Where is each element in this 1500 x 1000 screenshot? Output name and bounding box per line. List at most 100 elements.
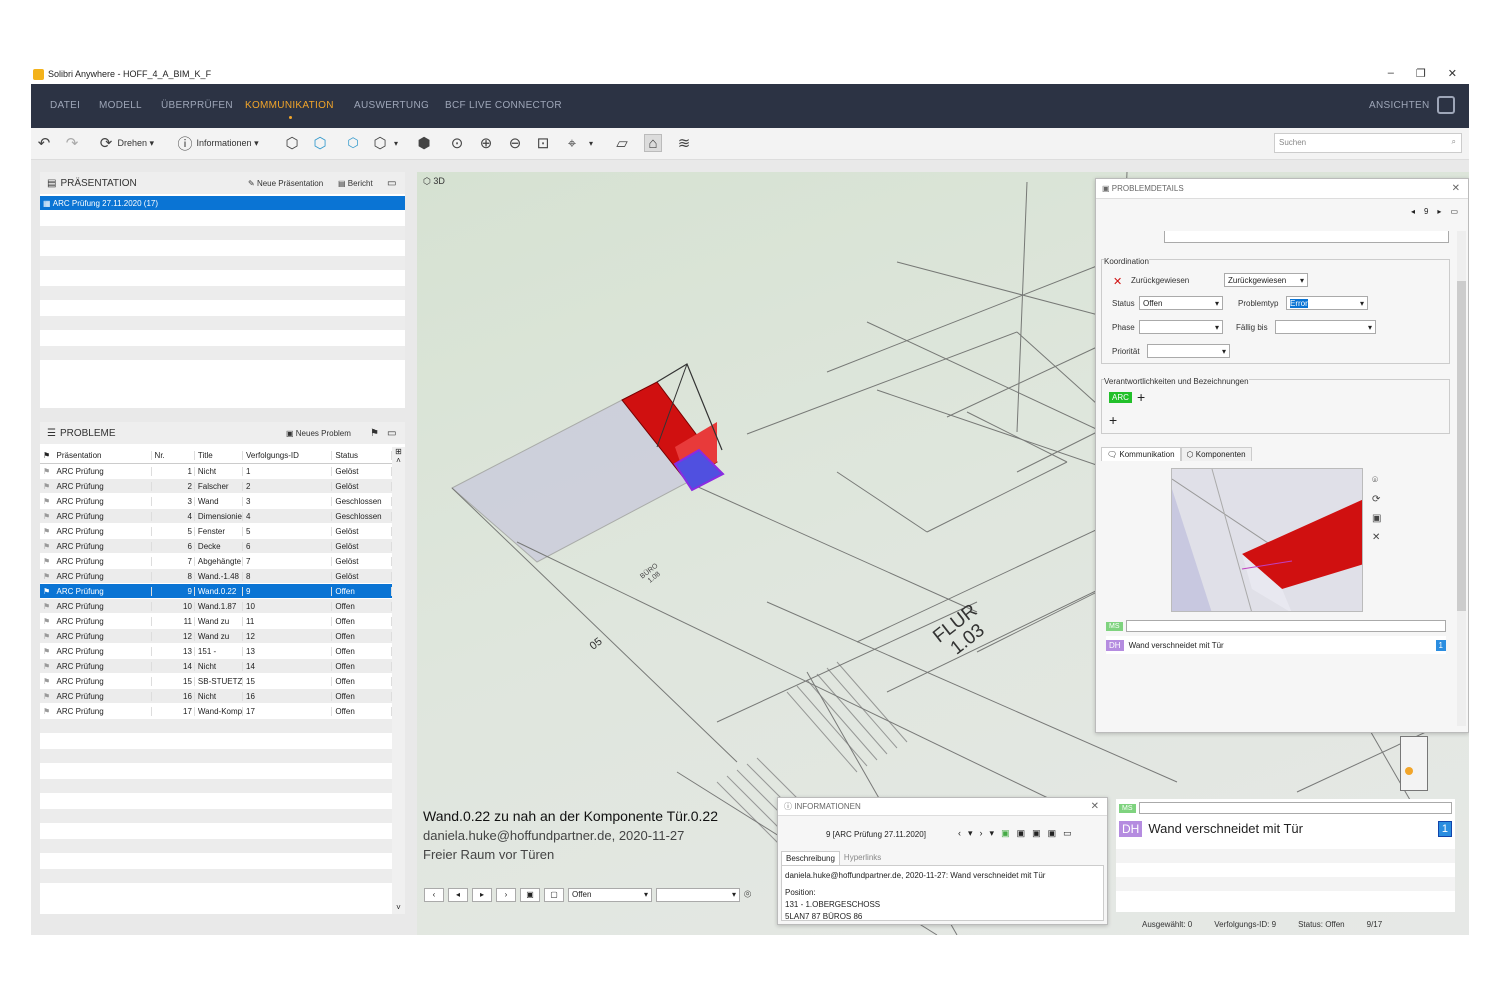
status-select[interactable]: Offen ▾ bbox=[1139, 296, 1223, 310]
search-input[interactable]: Suchen ⌕ bbox=[1274, 133, 1462, 153]
slide-icon[interactable]: ▣ bbox=[520, 887, 540, 902]
delete-icon[interactable]: ▣ bbox=[1048, 828, 1057, 839]
minimap[interactable] bbox=[1400, 736, 1428, 791]
undo-icon[interactable]: ↶ bbox=[35, 134, 53, 152]
row-flag-icon[interactable]: ⚑ bbox=[40, 482, 54, 491]
snapshot-image-icon[interactable]: ▣ bbox=[1372, 513, 1381, 524]
menu-datei[interactable]: DATEI bbox=[50, 100, 80, 111]
rejected-select[interactable]: Zurückgewiesen ▾ bbox=[1224, 273, 1308, 287]
first-button[interactable]: ‹ bbox=[424, 887, 444, 902]
table-row[interactable]: ⚑ ARC Prüfung 11 Wand zu 11 Offen bbox=[40, 614, 392, 629]
snapshot-delete-icon[interactable]: ✕ bbox=[1372, 532, 1381, 543]
assign-icon[interactable]: ▣ bbox=[1001, 828, 1010, 839]
new-presentation-button[interactable]: ✎ Neue Präsentation bbox=[248, 179, 323, 188]
model-view-icon[interactable]: ⬡ bbox=[283, 134, 301, 152]
column-header[interactable]: Verfolgungs-ID bbox=[243, 450, 333, 460]
camera-icon[interactable] bbox=[1437, 96, 1455, 114]
menu-kommunikation[interactable]: KOMMUNIKATION bbox=[245, 100, 334, 111]
minimize-button[interactable]: – bbox=[1388, 67, 1394, 80]
maximize-button[interactable]: ❐ bbox=[1416, 67, 1426, 80]
add-label-icon[interactable]: + bbox=[1109, 412, 1117, 428]
row-flag-icon[interactable]: ⚑ bbox=[40, 677, 54, 686]
cube-dropdown-icon[interactable]: ▾ bbox=[394, 134, 398, 152]
issue-snapshot[interactable] bbox=[1171, 468, 1363, 612]
play-button[interactable]: ▸ bbox=[472, 887, 492, 902]
maximize-icon[interactable]: ▭ bbox=[1063, 828, 1072, 839]
column-header[interactable]: Title bbox=[195, 450, 243, 460]
table-row[interactable]: ⚑ ARC Prüfung 10 Wand.1.87 10 Offen bbox=[40, 599, 392, 614]
table-row[interactable]: ⚑ ARC Prüfung 1 Nicht 1 Gelöst bbox=[40, 464, 392, 479]
row-flag-icon[interactable]: ⚑ bbox=[40, 707, 54, 716]
arc-badge[interactable]: ARC bbox=[1109, 392, 1132, 403]
search-icon[interactable]: ⌕ bbox=[1452, 137, 1456, 147]
snapshot-zoom-icon[interactable]: ⌾ bbox=[1372, 475, 1381, 486]
prev-button[interactable]: ◂ bbox=[448, 887, 468, 902]
row-flag-icon[interactable]: ⚑ bbox=[40, 527, 54, 536]
info-selector[interactable]: 9 [ARC Prüfung 27.11.2020] bbox=[826, 830, 926, 839]
floor-plan-icon[interactable]: ⌂ bbox=[644, 134, 662, 152]
dropdown-icon[interactable]: ▾ bbox=[968, 828, 973, 839]
next-icon[interactable]: › bbox=[980, 828, 983, 839]
table-row[interactable]: ⚑ ARC Prüfung 8 Wand.-1.48 8 Gelöst bbox=[40, 569, 392, 584]
column-header[interactable]: Nr. bbox=[152, 450, 195, 460]
table-row[interactable]: ⚑ ARC Prüfung 13 151 -13 Offen bbox=[40, 644, 392, 659]
row-flag-icon[interactable]: ⚑ bbox=[40, 662, 54, 671]
rotate-button[interactable]: ⟳ Drehen ▾ bbox=[97, 134, 154, 152]
details-close-icon[interactable]: ✕ bbox=[1452, 183, 1460, 194]
comment-input[interactable] bbox=[1125, 620, 1446, 632]
new-problem-button[interactable]: ▣ Neues Problem bbox=[286, 429, 351, 438]
add-responsibility-icon[interactable]: + bbox=[1137, 389, 1145, 405]
comment-input[interactable] bbox=[1138, 802, 1452, 814]
snapshot-icon[interactable]: ⌾ bbox=[744, 887, 751, 902]
zoom-window-icon[interactable]: ⊡ bbox=[534, 134, 552, 152]
tab-beschreibung[interactable]: Beschreibung bbox=[781, 851, 840, 865]
table-row[interactable]: ⚑ ARC Prüfung 7 Abgehängte 7 Gelöst bbox=[40, 554, 392, 569]
snapshot-refresh-icon[interactable]: ⟳ bbox=[1372, 494, 1381, 505]
menu-ueberpruefen[interactable]: ÜBERPRÜFEN bbox=[161, 100, 233, 111]
row-flag-icon[interactable]: ⚑ bbox=[40, 512, 54, 521]
delete-icon[interactable]: ▣ bbox=[1017, 828, 1026, 839]
row-flag-icon[interactable]: ⚑ bbox=[40, 647, 54, 656]
table-row[interactable]: ⚑ ARC Prüfung 12 Wand zu 12 Offen bbox=[40, 629, 392, 644]
priority-select[interactable]: ▾ bbox=[1147, 344, 1230, 358]
row-flag-icon[interactable]: ⚑ bbox=[40, 587, 54, 596]
row-flag-icon[interactable]: ⚑ bbox=[40, 542, 54, 551]
maximize-panel-icon[interactable]: ▭ bbox=[387, 428, 396, 439]
row-flag-icon[interactable]: ⚑ bbox=[40, 467, 54, 476]
table-row[interactable]: ⚑ ARC Prüfung 2 Falscher 2 Gelöst bbox=[40, 479, 392, 494]
tab-kommunikation[interactable]: 🗨 Kommunikation bbox=[1101, 447, 1181, 461]
info-button[interactable]: ⓘ Informationen ▾ bbox=[176, 134, 258, 153]
menu-bcf-live-connector[interactable]: BCF LIVE CONNECTOR bbox=[445, 100, 562, 111]
table-row[interactable]: ⚑ARC Prüfung15SB-STUETZE\15Offen bbox=[40, 674, 392, 689]
row-flag-icon[interactable]: ⚑ bbox=[40, 632, 54, 641]
table-row[interactable]: ⚑ ARC Prüfung 9 Wand.0.22 9 Offen bbox=[40, 584, 392, 599]
report-button[interactable]: ▤ Bericht bbox=[338, 179, 373, 188]
next-button[interactable]: › bbox=[496, 887, 516, 902]
phase-select[interactable]: ▾ bbox=[1139, 320, 1223, 334]
table-row[interactable]: ⚑ ARC Prüfung 4 Dimensionie 4 Geschlossen bbox=[40, 509, 392, 524]
flag-icon[interactable]: ⚑ bbox=[370, 428, 379, 439]
problemtype-select[interactable]: Error ▾ bbox=[1286, 296, 1368, 310]
dropdown-icon[interactable]: ▾ bbox=[990, 828, 995, 839]
close-button[interactable]: ✕ bbox=[1448, 67, 1457, 80]
table-row[interactable]: ⚑ ARC Prüfung 5 Fenster 5 Gelöst bbox=[40, 524, 392, 539]
menu-modell[interactable]: MODELL bbox=[99, 100, 142, 111]
cube-icon[interactable]: ⬡ bbox=[371, 134, 389, 152]
menu-ansichten[interactable]: ANSICHTEN bbox=[1369, 100, 1429, 111]
transparent-view-icon[interactable]: ⬡ bbox=[311, 134, 329, 152]
delete-icon[interactable]: ▣ bbox=[1032, 828, 1041, 839]
section-box-icon[interactable]: ⬢ bbox=[415, 134, 433, 152]
column-header[interactable]: Status bbox=[332, 450, 392, 460]
plane-icon[interactable]: ▱ bbox=[613, 134, 631, 152]
row-flag-icon[interactable]: ⚑ bbox=[40, 572, 54, 581]
flag-column-icon[interactable]: ⚑ bbox=[40, 451, 54, 460]
row-flag-icon[interactable]: ⚑ bbox=[40, 692, 54, 701]
maximize-panel-icon[interactable]: ▭ bbox=[387, 178, 396, 189]
next-arrow-icon[interactable]: ▸ bbox=[1437, 207, 1441, 216]
zoom-out-icon[interactable]: ⊖ bbox=[506, 134, 524, 152]
column-header[interactable]: Präsentation bbox=[54, 450, 152, 460]
tab-hyperlinks[interactable]: Hyperlinks bbox=[840, 851, 885, 865]
due-date-field[interactable]: ▾ bbox=[1275, 320, 1376, 334]
row-flag-icon[interactable]: ⚑ bbox=[40, 497, 54, 506]
details-scrollbar[interactable] bbox=[1457, 231, 1466, 726]
